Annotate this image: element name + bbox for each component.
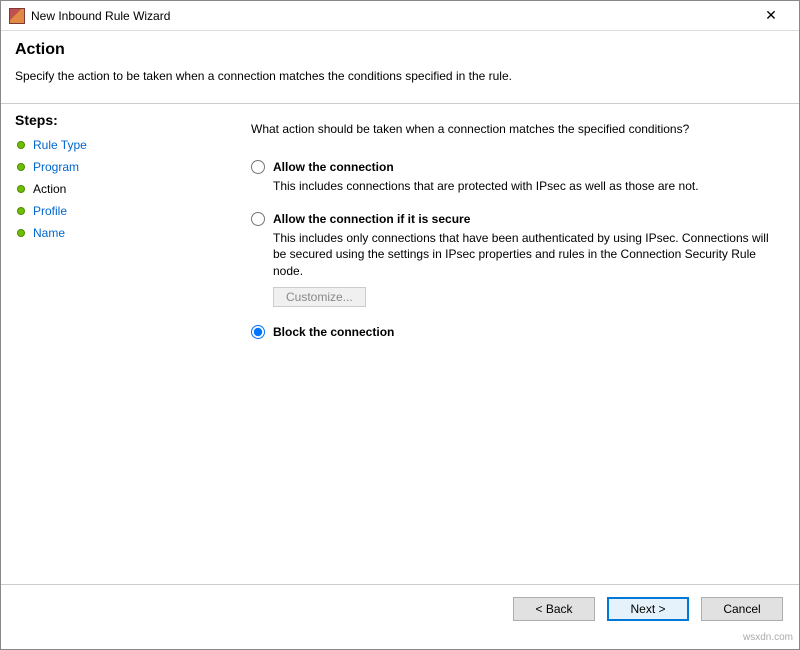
close-icon: ✕ xyxy=(765,7,777,24)
window-title: New Inbound Rule Wizard xyxy=(31,9,751,23)
step-profile[interactable]: Profile xyxy=(15,200,187,222)
step-bullet-icon xyxy=(17,185,25,193)
option-allow-secure: Allow the connection if it is secure Thi… xyxy=(251,212,769,307)
option-allow-secure-label: Allow the connection if it is secure xyxy=(273,212,470,226)
step-bullet-icon xyxy=(17,141,25,149)
option-allow-row[interactable]: Allow the connection xyxy=(251,160,769,174)
option-block-label: Block the connection xyxy=(273,325,394,339)
step-link[interactable]: Action xyxy=(33,182,66,196)
customize-button: Customize... xyxy=(273,287,366,307)
firewall-app-icon xyxy=(9,8,25,24)
cancel-button[interactable]: Cancel xyxy=(701,597,783,621)
option-block: Block the connection xyxy=(251,325,769,339)
content-panel: What action should be taken when a conne… xyxy=(201,104,799,584)
steps-sidebar: Steps: Rule Type Program Action Profile … xyxy=(1,104,201,584)
action-prompt: What action should be taken when a conne… xyxy=(251,122,769,136)
wizard-footer: < Back Next > Cancel xyxy=(1,584,799,632)
page-subtitle: Specify the action to be taken when a co… xyxy=(15,69,785,83)
option-allow-secure-row[interactable]: Allow the connection if it is secure xyxy=(251,212,769,226)
option-block-row[interactable]: Block the connection xyxy=(251,325,769,339)
step-link[interactable]: Program xyxy=(33,160,79,174)
wizard-body: Steps: Rule Type Program Action Profile … xyxy=(1,104,799,584)
step-rule-type[interactable]: Rule Type xyxy=(15,134,187,156)
titlebar: New Inbound Rule Wizard ✕ xyxy=(1,1,799,31)
option-allow-label: Allow the connection xyxy=(273,160,394,174)
radio-allow-secure[interactable] xyxy=(251,212,265,226)
option-allow-secure-desc: This includes only connections that have… xyxy=(273,230,769,279)
step-action[interactable]: Action xyxy=(15,178,187,200)
step-name[interactable]: Name xyxy=(15,222,187,244)
step-bullet-icon xyxy=(17,207,25,215)
step-program[interactable]: Program xyxy=(15,156,187,178)
option-allow-desc: This includes connections that are prote… xyxy=(273,178,769,194)
step-bullet-icon xyxy=(17,163,25,171)
back-button[interactable]: < Back xyxy=(513,597,595,621)
step-link[interactable]: Name xyxy=(33,226,65,240)
step-bullet-icon xyxy=(17,229,25,237)
step-link[interactable]: Rule Type xyxy=(33,138,87,152)
option-allow: Allow the connection This includes conne… xyxy=(251,160,769,194)
close-button[interactable]: ✕ xyxy=(751,2,791,30)
watermark: wsxdn.com xyxy=(1,632,799,648)
page-title: Action xyxy=(15,41,785,59)
next-button[interactable]: Next > xyxy=(607,597,689,621)
step-link[interactable]: Profile xyxy=(33,204,67,218)
radio-block[interactable] xyxy=(251,325,265,339)
steps-heading: Steps: xyxy=(15,112,187,128)
radio-allow[interactable] xyxy=(251,160,265,174)
wizard-header: Action Specify the action to be taken wh… xyxy=(1,31,799,95)
